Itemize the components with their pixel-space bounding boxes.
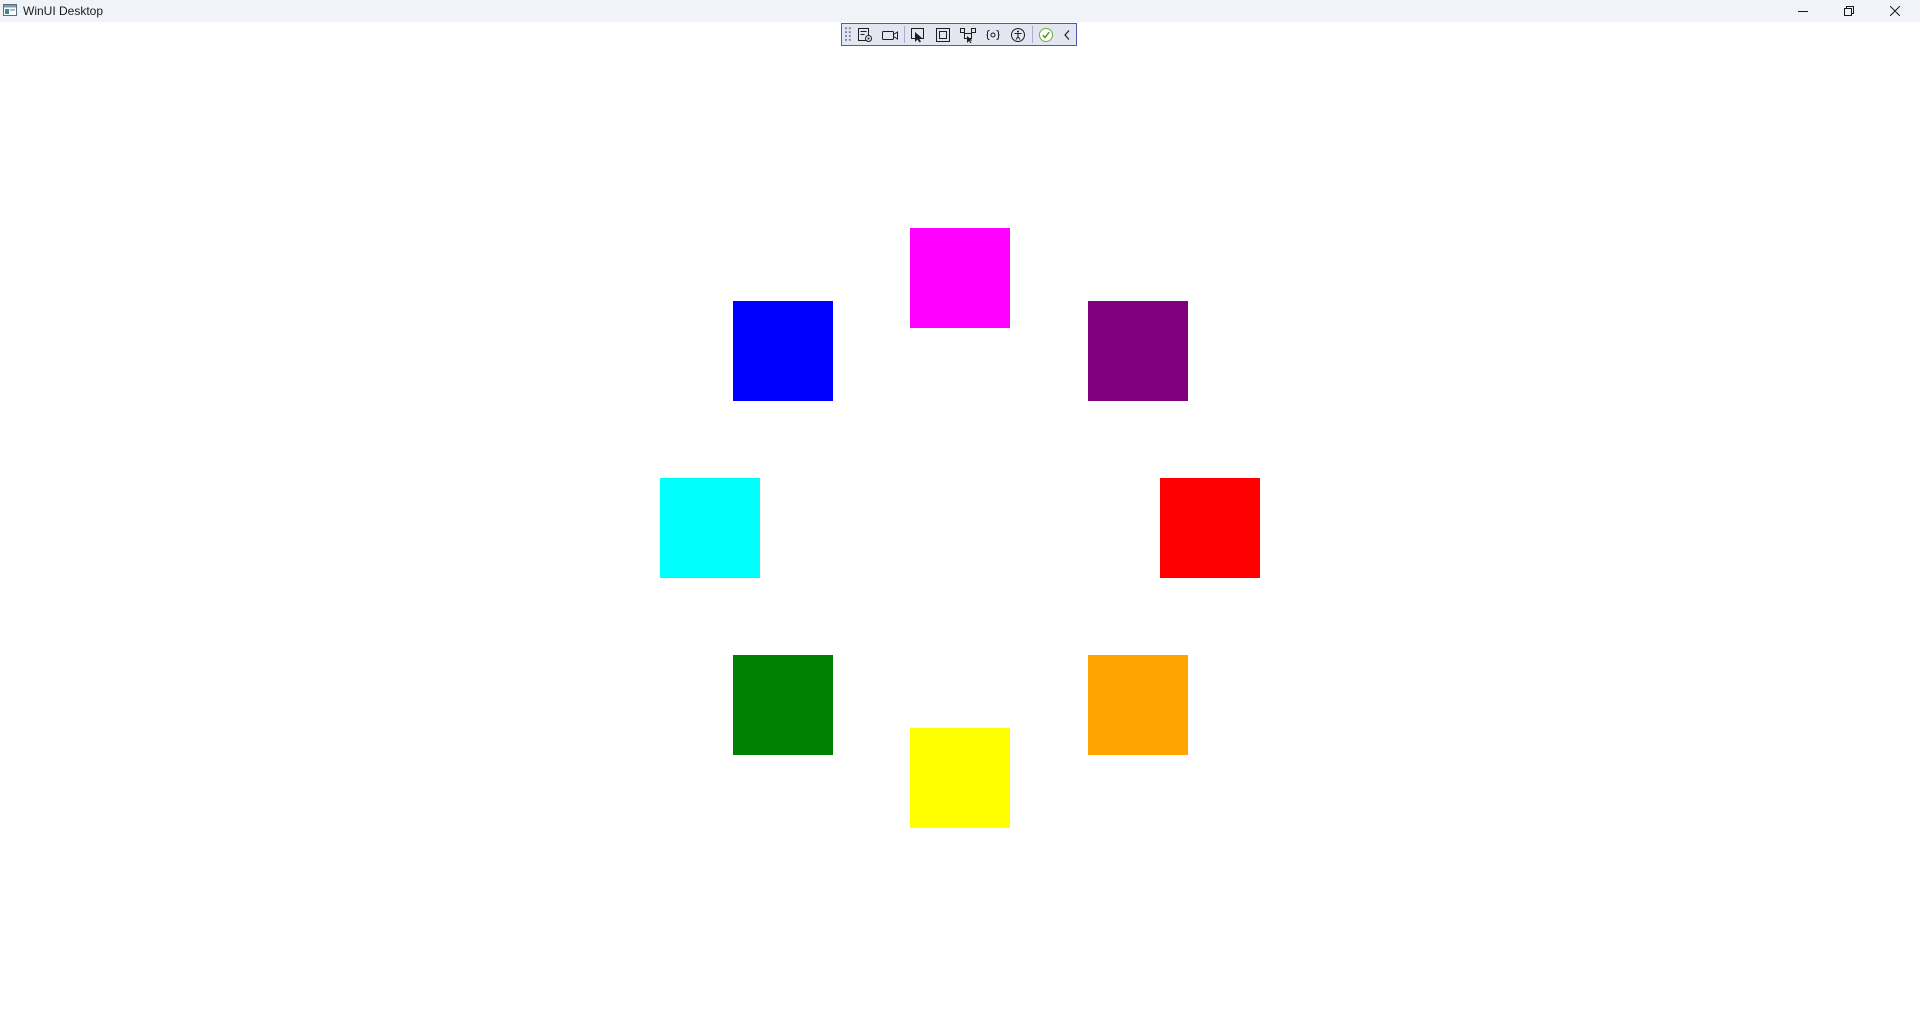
app-window-icon: [3, 4, 17, 16]
accessibility-icon: [1011, 27, 1026, 42]
toolbar-separator: [903, 26, 905, 43]
record-icon: [882, 30, 899, 40]
select-element-button[interactable]: [906, 24, 931, 45]
square-yellow: [910, 728, 1010, 828]
record-button[interactable]: [878, 24, 903, 45]
binding-failures-button[interactable]: [981, 24, 1006, 45]
minimize-button[interactable]: [1780, 0, 1826, 22]
square-cyan: [660, 478, 760, 578]
minimize-icon: [1798, 11, 1808, 12]
restore-icon: [1844, 6, 1854, 16]
live-visual-tree-icon: [858, 27, 873, 42]
square-orange: [1088, 655, 1188, 755]
toolbar-separator: [1031, 26, 1033, 43]
collapse-toolbar-icon: [1064, 29, 1070, 40]
drag-grip-icon[interactable]: [845, 26, 851, 43]
square-magenta: [910, 228, 1010, 328]
square-green: [733, 655, 833, 755]
select-element-icon: [911, 27, 925, 42]
square-purple: [1088, 301, 1188, 401]
title-bar[interactable]: WinUI Desktop: [0, 0, 1920, 22]
app-window: WinUI Desktop: [0, 0, 1920, 1032]
collapse-toolbar-button[interactable]: [1059, 24, 1076, 45]
hot-reload-status-button[interactable]: [1034, 24, 1059, 45]
restore-button[interactable]: [1826, 0, 1872, 22]
square-red: [1160, 478, 1260, 578]
live-visual-tree-button[interactable]: [853, 24, 878, 45]
square-blue: [733, 301, 833, 401]
display-layout-adorners-icon: [936, 27, 951, 42]
window-title: WinUI Desktop: [23, 4, 104, 18]
track-focus-icon: [960, 27, 977, 43]
hot-reload-status-icon: [1039, 27, 1054, 42]
accessibility-button[interactable]: [1006, 24, 1031, 45]
track-focus-button[interactable]: [956, 24, 981, 45]
xaml-debug-toolbar: [841, 23, 1077, 46]
close-button[interactable]: [1872, 0, 1918, 22]
display-layout-adorners-button[interactable]: [931, 24, 956, 45]
close-icon: [1890, 6, 1900, 16]
binding-failures-icon: [986, 29, 1000, 40]
